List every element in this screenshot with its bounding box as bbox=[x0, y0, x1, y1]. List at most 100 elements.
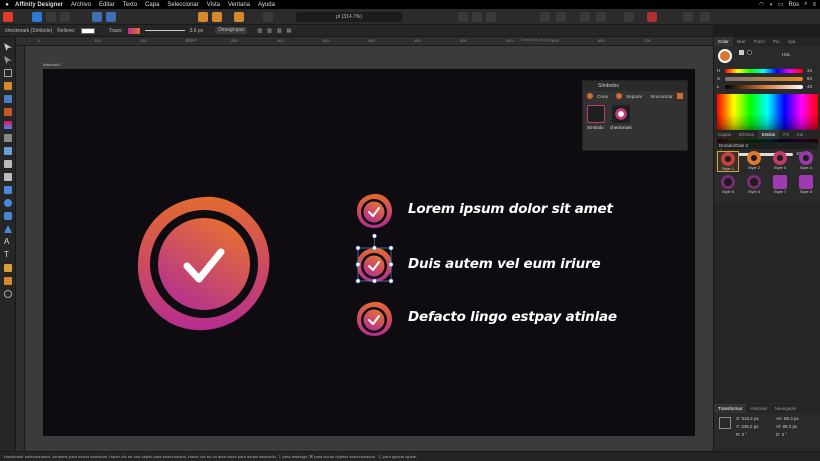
symbol-thumbnail-1[interactable] bbox=[587, 105, 605, 123]
tab-styles[interactable]: Estilos bbox=[758, 130, 780, 139]
tab-stroke[interactable]: Trazo bbox=[750, 37, 769, 46]
tab-brushes[interactable]: Pin bbox=[769, 37, 784, 46]
distribute-icon[interactable]: ▤ bbox=[287, 28, 292, 34]
apple-icon[interactable]: ● bbox=[3, 2, 11, 8]
text-tool-icon[interactable]: A bbox=[4, 238, 12, 246]
tab-transform[interactable]: Transformar bbox=[714, 404, 747, 413]
style-category-select[interactable]: Dorado/Glas 2 bbox=[717, 142, 817, 149]
style-swatch-5[interactable]: Style 5 bbox=[717, 175, 739, 196]
menu-texto[interactable]: Texto bbox=[123, 2, 137, 8]
designer-persona-icon[interactable] bbox=[32, 12, 42, 22]
style-swatch-7[interactable]: Style 7 bbox=[769, 175, 791, 196]
style-swatch-8[interactable]: Style 8 bbox=[795, 175, 817, 196]
crop-tool-icon[interactable] bbox=[4, 160, 12, 168]
lightness-value[interactable]: 43 bbox=[807, 84, 812, 89]
eyedropper-icon[interactable] bbox=[739, 50, 744, 55]
symbol-sync-icon[interactable] bbox=[676, 93, 683, 99]
ellipse-tool-icon[interactable] bbox=[4, 199, 12, 207]
fill-stroke-well[interactable] bbox=[718, 49, 732, 63]
tab-navigator[interactable]: Navegador bbox=[771, 404, 801, 413]
boolean-intersect-icon[interactable] bbox=[486, 12, 496, 22]
style-swatch-6[interactable]: Style 6 bbox=[743, 175, 765, 196]
anchor-selector[interactable] bbox=[719, 417, 731, 429]
tab-fx[interactable]: FX bbox=[779, 130, 793, 139]
artboard-tool-icon[interactable] bbox=[4, 69, 12, 77]
rotate-left-icon[interactable] bbox=[580, 12, 590, 22]
color-picker-icon[interactable] bbox=[647, 12, 657, 22]
symbol-thumbnail-2[interactable] bbox=[612, 105, 630, 123]
close-window-icon[interactable] bbox=[3, 12, 13, 22]
fill-swatch[interactable] bbox=[80, 27, 95, 34]
brush-tool-icon[interactable] bbox=[4, 108, 12, 116]
tab-color[interactable]: Color bbox=[714, 37, 733, 46]
tab-swatches[interactable]: Mue bbox=[733, 37, 750, 46]
battery-icon[interactable]: ▭ bbox=[778, 1, 784, 8]
saturation-slider[interactable] bbox=[725, 77, 803, 81]
style-swatch-4[interactable]: Style 4 bbox=[795, 151, 817, 172]
feature-text-2[interactable]: Duis autem vel eum iriure bbox=[408, 256, 601, 272]
color-model-select[interactable]: HSL bbox=[782, 52, 791, 57]
place-image-icon[interactable] bbox=[4, 147, 12, 155]
flip-horizontal-icon[interactable] bbox=[540, 12, 550, 22]
stroke-width-value[interactable]: 3.6 px bbox=[190, 28, 204, 34]
align-left-icon[interactable]: ▥ bbox=[257, 28, 262, 34]
style-swatch-3[interactable]: Style 3 bbox=[769, 151, 791, 172]
user-name[interactable]: Ros bbox=[788, 2, 799, 8]
zoom-tool-icon[interactable] bbox=[4, 290, 12, 298]
order-front-icon[interactable] bbox=[234, 12, 244, 22]
menu-editar[interactable]: Editar bbox=[99, 2, 115, 8]
symbol-detach-button[interactable]: Separar bbox=[626, 94, 642, 99]
menu-capa[interactable]: Capa bbox=[145, 2, 159, 8]
wifi-icon[interactable]: ◠ bbox=[759, 1, 764, 8]
style-swatch-1[interactable]: Style 1 bbox=[717, 151, 739, 172]
tab-ins[interactable]: Ins bbox=[793, 130, 807, 139]
symbol-create-icon[interactable] bbox=[587, 93, 593, 99]
move-tool-icon[interactable] bbox=[4, 43, 12, 51]
ruler-horizontal[interactable]: 0 100 150 200 250 300 350 400 450 500 55… bbox=[16, 37, 713, 46]
ruler-vertical[interactable] bbox=[16, 46, 25, 451]
tab-appearance[interactable]: Apa bbox=[783, 37, 799, 46]
align-right-icon[interactable]: ▥ bbox=[277, 28, 282, 34]
align-icon[interactable] bbox=[263, 12, 273, 22]
frame-text-tool-icon[interactable]: T bbox=[4, 251, 12, 259]
hand-tool-icon[interactable] bbox=[4, 277, 12, 285]
hue-slider[interactable] bbox=[725, 69, 803, 73]
slice-tool-icon[interactable] bbox=[4, 173, 12, 181]
pen-tool-icon[interactable] bbox=[4, 82, 12, 90]
triangle-tool-icon[interactable] bbox=[4, 225, 12, 233]
menu-archivo[interactable]: Archivo bbox=[71, 2, 91, 8]
boolean-subtract-icon[interactable] bbox=[472, 12, 482, 22]
style-swatch-2[interactable]: Style 2 bbox=[743, 151, 765, 172]
height-field[interactable]: 86.3 px bbox=[783, 424, 798, 429]
layout-icon[interactable] bbox=[683, 12, 693, 22]
zoom-field[interactable]: pt (314.7%) bbox=[296, 12, 402, 22]
hue-value[interactable]: 34 bbox=[807, 68, 812, 73]
menu-list-icon[interactable]: ≡ bbox=[812, 2, 816, 8]
tab-layers[interactable]: Capas bbox=[714, 130, 735, 139]
volume-icon[interactable]: ◖ bbox=[769, 2, 773, 8]
order-forward-icon[interactable] bbox=[212, 12, 222, 22]
flip-vertical-icon[interactable] bbox=[556, 12, 566, 22]
menu-ventana[interactable]: Ventana bbox=[228, 2, 250, 8]
shear-field[interactable]: 0 ° bbox=[782, 432, 788, 437]
menu-seleccionar[interactable]: Seleccionar bbox=[167, 2, 198, 8]
lightness-slider[interactable] bbox=[725, 85, 803, 89]
insert-inside-icon[interactable] bbox=[624, 12, 634, 22]
ungroup-button[interactable]: Desagrupar bbox=[215, 27, 248, 34]
menu-ayuda[interactable]: Ayuda bbox=[258, 2, 275, 8]
tab-history[interactable]: Historial bbox=[746, 404, 770, 413]
rotation-field[interactable]: 0 ° bbox=[742, 432, 748, 437]
snapping-icon[interactable] bbox=[106, 12, 116, 22]
x-field[interactable]: 519.2 px bbox=[742, 416, 759, 421]
feature-text-1[interactable]: Lorem ipsum dolor sit amet bbox=[408, 201, 613, 217]
search-icon[interactable]: ⌕ bbox=[804, 1, 807, 8]
y-field[interactable]: 349.2 px bbox=[741, 424, 758, 429]
boolean-add-icon[interactable] bbox=[458, 12, 468, 22]
stroke-width-slider[interactable] bbox=[144, 30, 185, 31]
tab-effects[interactable]: Efectos bbox=[735, 130, 758, 139]
transparency-tool-icon[interactable] bbox=[4, 134, 12, 142]
menu-vista[interactable]: Vista bbox=[207, 2, 220, 8]
order-back-icon[interactable] bbox=[198, 12, 208, 22]
align-center-icon[interactable]: ▥ bbox=[267, 28, 272, 34]
pencil-tool-icon[interactable] bbox=[4, 95, 12, 103]
